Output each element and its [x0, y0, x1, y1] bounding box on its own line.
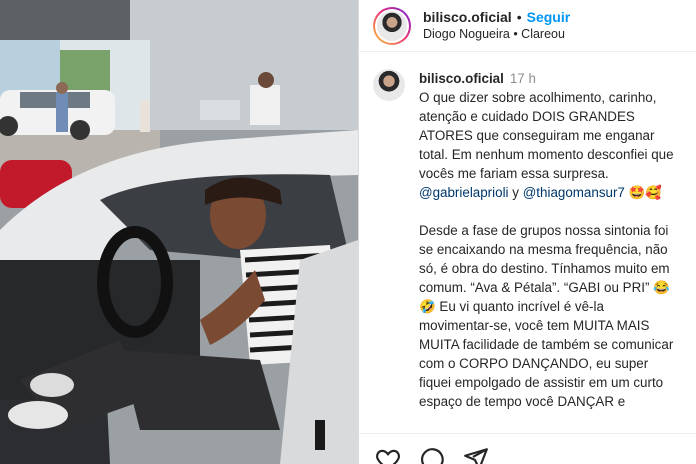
audio-subtitle[interactable]: Diogo Nogueira • Clareou — [423, 26, 570, 43]
photo-car-interior — [0, 0, 358, 464]
caption-block: bilisco.oficial 17 h O que dizer sobre aco… — [359, 52, 696, 430]
mention-link[interactable]: @thiagomansur7 — [523, 185, 625, 200]
comment-icon[interactable] — [419, 446, 445, 464]
author-avatar[interactable] — [373, 6, 411, 45]
caption-text-part: O que dizer sobre acolhimento, carinho, … — [419, 90, 674, 181]
follow-button[interactable]: Seguir — [527, 9, 571, 26]
post-header: bilisco.oficial • Seguir Diogo Nogueira … — [359, 0, 696, 52]
avatar-image — [377, 10, 407, 41]
separator-dot: • — [516, 8, 522, 25]
caption-paragraph-2: Desde a fase de grupos nossa sintonia fo… — [419, 221, 682, 411]
mention-link[interactable]: @gabrielaprioli — [419, 185, 509, 200]
caption-text-part: Eu vi quanto incrível é vê-la movimentar… — [419, 299, 674, 409]
heart-icon[interactable] — [375, 446, 401, 464]
share-icon[interactable] — [463, 446, 489, 464]
caption-paragraph-1: bilisco.oficial 17 h O que dizer sobre aco… — [419, 69, 682, 202]
post-time: 17 h — [509, 71, 536, 86]
author-username[interactable]: bilisco.oficial — [423, 9, 512, 26]
post-photo — [0, 0, 358, 464]
caption-avatar[interactable] — [373, 69, 405, 101]
caption-emoji: 🤩🥰 — [628, 185, 662, 200]
caption-username[interactable]: bilisco.oficial — [419, 71, 504, 86]
caption-text: bilisco.oficial 17 h O que dizer sobre aco… — [419, 69, 682, 430]
caption-conjunction: y — [512, 185, 519, 200]
post-detail-panel: bilisco.oficial • Seguir Diogo Nogueira … — [359, 0, 696, 464]
caption-text-part: Desde a fase de grupos nossa sintonia fo… — [419, 223, 670, 295]
post-actions-bar — [359, 433, 696, 464]
